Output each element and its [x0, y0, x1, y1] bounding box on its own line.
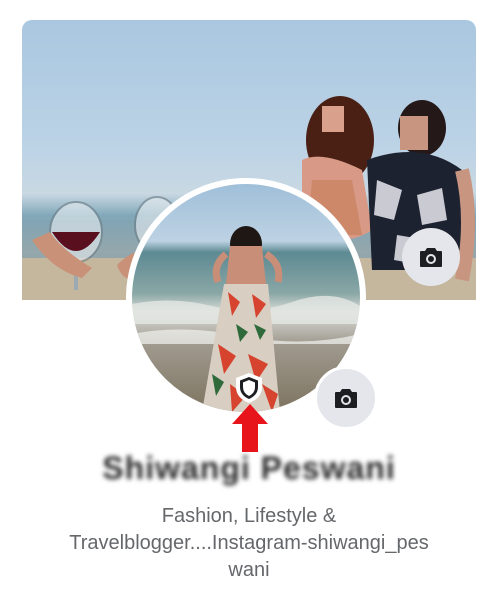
- bio-line: wani: [228, 559, 270, 581]
- arrow-up-icon: [232, 404, 268, 452]
- profile-bio: Fashion, Lifestyle & Travelblogger....In…: [40, 503, 458, 584]
- camera-icon: [335, 389, 357, 408]
- bio-line: Fashion, Lifestyle &: [161, 505, 337, 527]
- edit-profile-picture-button[interactable]: [314, 366, 378, 430]
- profile-name: Shiwangi Peswani: [102, 450, 396, 486]
- shield-icon: [235, 372, 263, 404]
- bio-line: Travelblogger....Instagram-shiwangi_pes: [69, 532, 429, 554]
- edit-cover-photo-button[interactable]: [402, 228, 460, 286]
- camera-icon: [420, 248, 442, 267]
